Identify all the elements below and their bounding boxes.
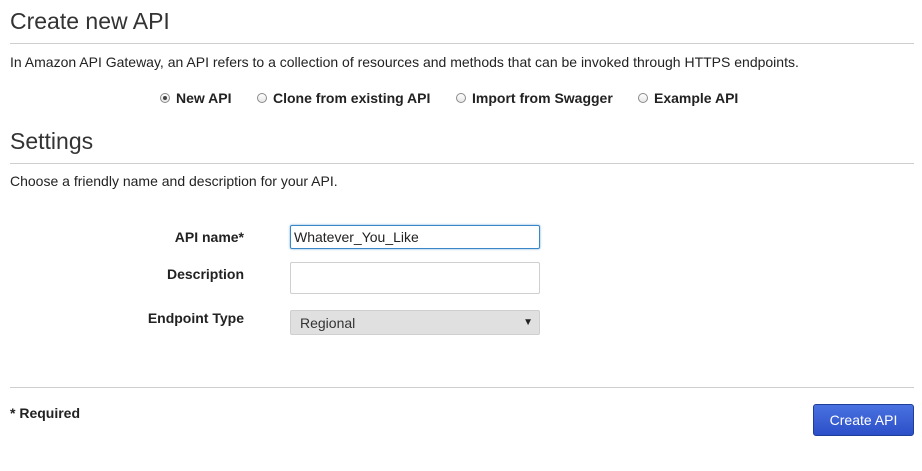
radio-label: New API	[176, 90, 232, 106]
radio-import-swagger[interactable]: Import from Swagger	[456, 90, 613, 106]
endpoint-type-value: Regional	[300, 314, 356, 331]
radio-label: Example API	[654, 90, 739, 106]
page-title: Create new API	[10, 8, 170, 34]
create-api-button[interactable]: Create API	[813, 404, 914, 436]
description-label: Description	[166, 266, 244, 282]
radio-clone-api[interactable]: Clone from existing API	[257, 90, 430, 106]
endpoint-type-select[interactable]: Regional ▼	[290, 310, 540, 335]
api-name-input[interactable]	[290, 225, 540, 249]
radio-label: Clone from existing API	[273, 90, 431, 106]
settings-divider	[10, 163, 914, 164]
radio-unchecked-icon[interactable]	[257, 93, 267, 103]
api-source-radio-group: New API Clone from existing API Import f…	[0, 90, 922, 110]
radio-label: Import from Swagger	[472, 90, 613, 106]
required-note: * Required	[10, 405, 81, 421]
title-divider	[10, 43, 914, 44]
dropdown-caret-icon: ▼	[523, 317, 533, 328]
radio-checked-icon[interactable]	[160, 93, 170, 103]
settings-heading: Settings	[10, 128, 94, 154]
description-input[interactable]	[290, 262, 540, 294]
footer-divider	[10, 387, 914, 388]
endpoint-type-label: Endpoint Type	[147, 310, 244, 326]
settings-description: Choose a friendly name and description f…	[10, 173, 338, 189]
radio-unchecked-icon[interactable]	[456, 93, 466, 103]
api-name-label: API name*	[174, 229, 244, 245]
intro-text: In Amazon API Gateway, an API refers to …	[10, 54, 799, 70]
radio-new-api[interactable]: New API	[160, 90, 232, 106]
radio-example-api[interactable]: Example API	[638, 90, 738, 106]
radio-unchecked-icon[interactable]	[638, 93, 648, 103]
